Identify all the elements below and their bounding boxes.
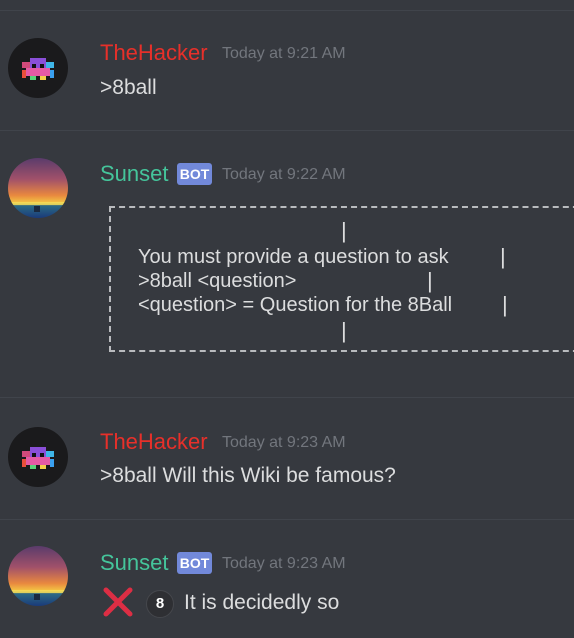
8ball-icon: 8: [146, 590, 174, 618]
message-text: >8ball: [100, 76, 157, 99]
message-divider: [0, 397, 574, 398]
avatar[interactable]: [8, 546, 68, 606]
author-name[interactable]: Sunset: [100, 550, 169, 576]
bot-badge: BOT: [177, 552, 212, 574]
code-pipe: |: [341, 318, 347, 343]
avatar[interactable]: [8, 427, 68, 487]
space-invader-icon: [22, 58, 54, 80]
message-divider: [0, 519, 574, 520]
author-name[interactable]: Sunset: [100, 161, 169, 187]
code-line: >8ball <question>: [138, 270, 297, 292]
author-name[interactable]: TheHacker: [100, 429, 208, 455]
timestamp: Today at 9:23 AM: [222, 434, 346, 451]
timestamp: Today at 9:21 AM: [222, 45, 346, 62]
space-invader-icon: [22, 447, 54, 469]
code-pipe: |: [341, 218, 347, 243]
timestamp: Today at 9:23 AM: [222, 555, 346, 572]
sunset-icon: [8, 590, 68, 600]
timestamp: Today at 9:22 AM: [222, 166, 346, 183]
top-divider: [0, 10, 574, 11]
code-pipe: |: [502, 292, 508, 317]
author-name[interactable]: TheHacker: [100, 40, 208, 66]
code-pipe: |: [500, 244, 506, 269]
message-divider: [0, 130, 574, 131]
avatar[interactable]: [8, 158, 68, 218]
bot-badge: BOT: [177, 163, 212, 185]
cross-mark-icon: [103, 587, 133, 617]
message-text: >8ball Will this Wiki be famous?: [100, 464, 396, 487]
code-line: <question> = Question for the 8Ball: [138, 294, 453, 316]
sunset-icon: [8, 202, 68, 212]
avatar[interactable]: [8, 38, 68, 98]
code-line: You must provide a question to ask: [138, 246, 449, 268]
message-text: It is decidedly so: [184, 591, 340, 614]
code-pipe: |: [427, 268, 433, 293]
